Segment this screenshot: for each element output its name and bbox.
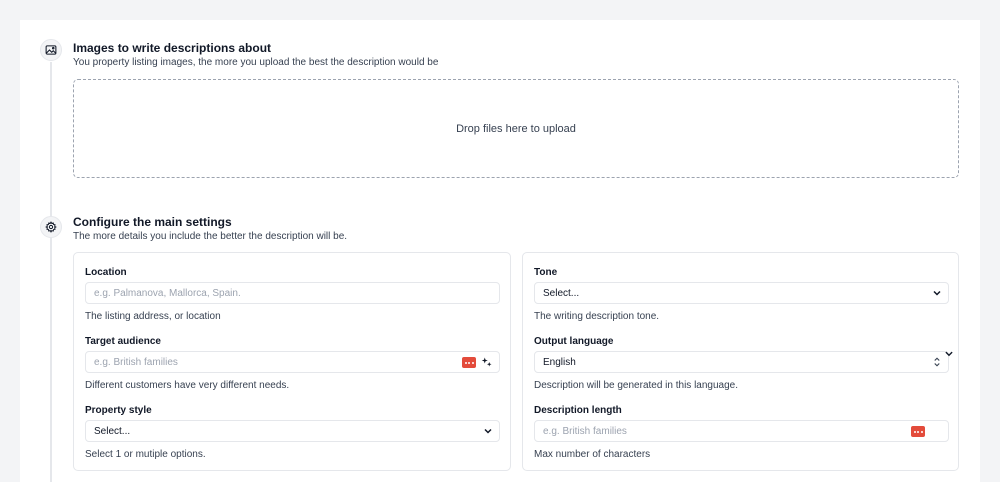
tone-label: Tone bbox=[534, 267, 558, 278]
target-audience-help: Different customers have very different … bbox=[85, 380, 290, 391]
settings-section-subtitle: The more details you include the better … bbox=[73, 231, 348, 242]
more-dots-icon[interactable] bbox=[462, 357, 476, 368]
target-audience-placeholder: e.g. British families bbox=[94, 356, 178, 368]
target-audience-label: Target audience bbox=[85, 336, 161, 347]
gear-icon bbox=[40, 216, 62, 238]
output-language-select[interactable]: English bbox=[534, 351, 949, 373]
property-style-help: Select 1 or mutiple options. bbox=[85, 449, 206, 460]
settings-section-title: Configure the main settings bbox=[73, 215, 232, 229]
description-length-placeholder: e.g. British families bbox=[543, 425, 627, 437]
location-placeholder: e.g. Palmanova, Mallorca, Spain. bbox=[94, 287, 241, 299]
location-input[interactable]: e.g. Palmanova, Mallorca, Spain. bbox=[85, 282, 500, 304]
settings-panel-left: Location e.g. Palmanova, Mallorca, Spain… bbox=[73, 252, 511, 471]
property-style-label: Property style bbox=[85, 405, 152, 416]
dropzone-text: Drop files here to upload bbox=[456, 122, 576, 135]
description-length-label: Description length bbox=[534, 405, 622, 416]
target-audience-input[interactable]: e.g. British families bbox=[85, 351, 500, 373]
location-label: Location bbox=[85, 267, 127, 278]
chevron-down-icon bbox=[933, 290, 941, 296]
location-help: The listing address, or location bbox=[85, 311, 221, 322]
description-length-input[interactable]: e.g. British families bbox=[534, 420, 949, 442]
sparkle-icon[interactable] bbox=[481, 356, 493, 368]
property-style-value: Select... bbox=[94, 425, 131, 437]
tone-select[interactable]: Select... bbox=[534, 282, 949, 304]
description-length-help: Max number of characters bbox=[534, 449, 651, 460]
output-language-label: Output language bbox=[534, 336, 614, 347]
image-icon bbox=[40, 39, 62, 61]
property-style-select[interactable]: Select... bbox=[85, 420, 500, 442]
images-section-title: Images to write descriptions about bbox=[73, 41, 272, 55]
file-dropzone[interactable]: Drop files here to upload bbox=[73, 79, 959, 178]
more-dots-icon[interactable] bbox=[911, 426, 925, 437]
output-language-help: Description will be generated in this la… bbox=[534, 380, 739, 391]
chevron-down-icon[interactable] bbox=[944, 349, 954, 359]
tone-help: The writing description tone. bbox=[534, 311, 660, 322]
settings-panel-right: Tone Select... The writing description t… bbox=[522, 252, 959, 471]
chevron-down-icon bbox=[484, 428, 492, 434]
images-section-subtitle: You property listing images, the more yo… bbox=[73, 57, 439, 68]
tone-value: Select... bbox=[543, 287, 580, 299]
chevron-up-down-icon bbox=[934, 357, 940, 367]
timeline-line bbox=[50, 62, 52, 482]
main-card: Images to write descriptions about You p… bbox=[20, 20, 980, 482]
output-language-value: English bbox=[543, 356, 576, 368]
